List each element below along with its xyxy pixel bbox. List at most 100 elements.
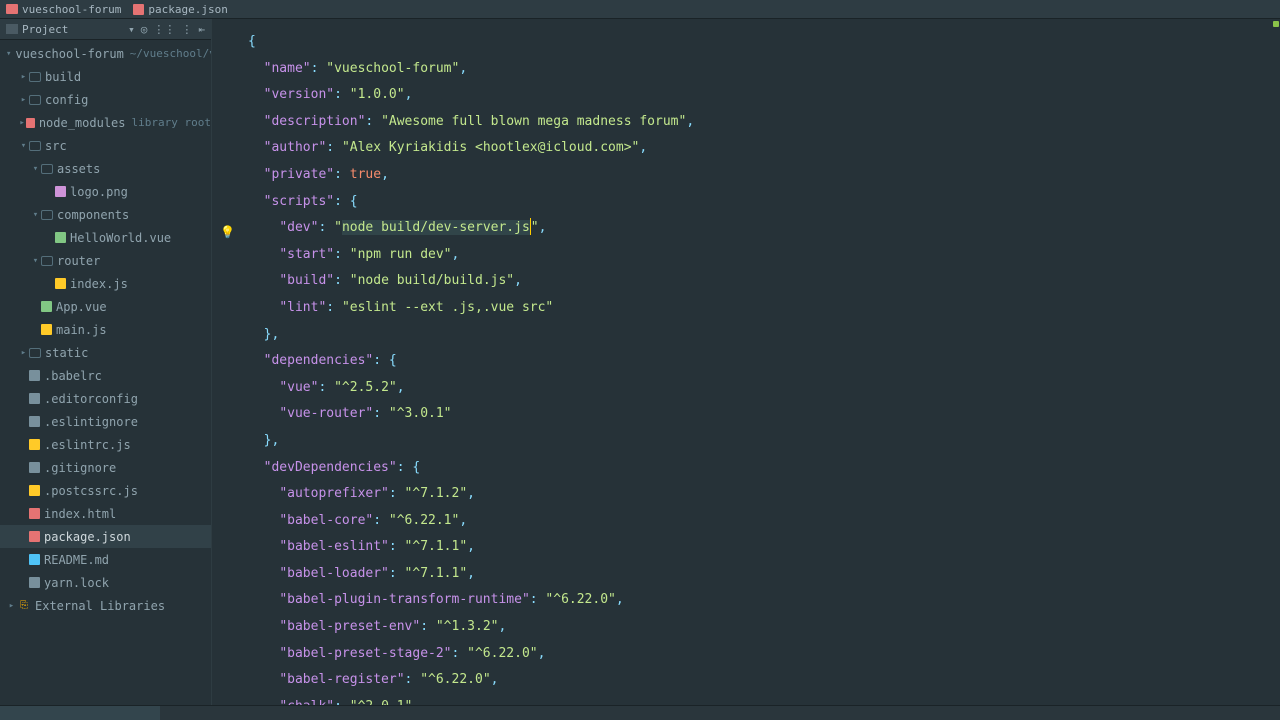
sidebar-title[interactable]: Project (22, 23, 124, 36)
chevron-down-icon[interactable]: ▾ (30, 256, 41, 266)
tree-item--editorconfig[interactable]: .editorconfig (0, 387, 211, 410)
project-tree[interactable]: ▾ vueschool-forum ~/vueschool/vues ▸ buil… (0, 40, 211, 705)
tree-item-router[interactable]: ▾router (0, 249, 211, 272)
tree-item-index-html[interactable]: index.html (0, 502, 211, 525)
tree-item--eslintignore[interactable]: .eslintignore (0, 410, 211, 433)
folder-red-icon (26, 118, 35, 128)
tree-item-app-vue[interactable]: App.vue (0, 295, 211, 318)
chevron-down-icon[interactable]: ▾ (6, 49, 11, 59)
js-icon (55, 278, 66, 289)
tree-item-components[interactable]: ▾ components (0, 203, 211, 226)
tree-item-helloworld-vue[interactable]: HelloWorld.vue (0, 226, 211, 249)
tree-item--postcssrc-js[interactable]: .postcssrc.js (0, 479, 211, 502)
tree-item-label: yarn.lock (44, 576, 109, 590)
code-line[interactable]: "autoprefixer": "^7.1.2", (248, 481, 1280, 508)
code-line[interactable]: "dependencies": { (248, 348, 1280, 375)
inspection-marker[interactable] (1273, 21, 1279, 27)
folder-icon (29, 141, 41, 151)
chevron-right-icon[interactable]: ▸ (18, 118, 26, 128)
code-line[interactable]: "version": "1.0.0", (248, 82, 1280, 109)
tree-item-config[interactable]: ▸ config (0, 88, 211, 111)
vue-icon (55, 232, 66, 243)
editor-marker-strip[interactable] (1270, 19, 1280, 705)
code-line[interactable]: "vue": "^2.5.2", (248, 375, 1280, 402)
status-bar (0, 705, 1280, 720)
dropdown-icon[interactable]: ▾ (128, 23, 135, 36)
code-line[interactable]: { (248, 29, 1280, 56)
code-line[interactable]: "babel-preset-stage-2": "^6.22.0", (248, 641, 1280, 668)
folder-icon (29, 72, 41, 82)
code-line[interactable]: "babel-plugin-transform-runtime": "^6.22… (248, 587, 1280, 614)
code-editor[interactable]: { "name": "vueschool-forum", "version": … (212, 19, 1280, 705)
chevron-right-icon[interactable]: ▸ (6, 601, 17, 611)
folder-icon (41, 210, 53, 220)
code-line[interactable]: "babel-loader": "^7.1.1", (248, 561, 1280, 588)
chevron-right-icon[interactable]: ▸ (18, 348, 29, 358)
tree-item-index-js[interactable]: index.js (0, 272, 211, 295)
tree-item-label: config (45, 93, 88, 107)
external-libs-label: External Libraries (35, 599, 165, 613)
code-line[interactable]: }, (248, 428, 1280, 455)
code-line[interactable]: "author": "Alex Kyriakidis <hootlex@iclo… (248, 135, 1280, 162)
chevron-right-icon[interactable]: ▸ (18, 95, 29, 105)
hide-icon[interactable]: ⇤ (198, 23, 205, 36)
tree-item-label: logo.png (70, 185, 128, 199)
chevron-right-icon[interactable]: ▸ (18, 72, 29, 82)
code-line[interactable]: "lint": "eslint --ext .js,.vue src" (248, 295, 1280, 322)
collapse-all-icon[interactable]: ⋮⋮ (153, 23, 175, 36)
code-line[interactable]: "babel-eslint": "^7.1.1", (248, 534, 1280, 561)
code-line[interactable]: "chalk": "^2.0.1", (248, 694, 1280, 705)
code-line[interactable]: "babel-core": "^6.22.1", (248, 508, 1280, 535)
tree-item-build[interactable]: ▸ build (0, 65, 211, 88)
open-file-tab[interactable]: package.json (148, 3, 227, 16)
target-icon[interactable]: ◎ (141, 23, 148, 36)
md-icon (29, 554, 40, 565)
tree-item-label: .babelrc (44, 369, 102, 383)
tree-item-label: package.json (44, 530, 131, 544)
tree-item-node-modules[interactable]: ▸node_moduleslibrary root (0, 111, 211, 134)
code-line[interactable]: "description": "Awesome full blown mega … (248, 109, 1280, 136)
tree-item-label: static (45, 346, 88, 360)
settings-icon[interactable]: ⋮ (181, 23, 192, 36)
tree-item-label: src (45, 139, 67, 153)
tree-item-assets[interactable]: ▾assets (0, 157, 211, 180)
code-line[interactable]: "vue-router": "^3.0.1" (248, 401, 1280, 428)
chevron-down-icon[interactable]: ▾ (30, 164, 41, 174)
tree-item--gitignore[interactable]: .gitignore (0, 456, 211, 479)
chevron-down-icon[interactable]: ▾ (30, 210, 41, 220)
tree-root[interactable]: ▾ vueschool-forum ~/vueschool/vues (0, 42, 211, 65)
code-line[interactable]: "build": "node build/build.js", (248, 268, 1280, 295)
vue-icon (41, 301, 52, 312)
tree-item-label: build (45, 70, 81, 84)
window-tab-bar: vueschool-forum package.json (0, 0, 1280, 19)
tree-item-label: App.vue (56, 300, 107, 314)
tree-item-readme-md[interactable]: README.md (0, 548, 211, 571)
code-line[interactable]: }, (248, 322, 1280, 349)
chevron-down-icon[interactable]: ▾ (18, 141, 29, 151)
tree-item-logo-png[interactable]: logo.png (0, 180, 211, 203)
code-line[interactable]: "babel-register": "^6.22.0", (248, 667, 1280, 694)
tree-item--babelrc[interactable]: .babelrc (0, 364, 211, 387)
tree-item-label: README.md (44, 553, 109, 567)
tree-item-static[interactable]: ▸ static (0, 341, 211, 364)
code-line[interactable]: 💡 "dev": "node build/dev-server.js", (248, 215, 1280, 242)
tree-root-label: vueschool-forum (15, 47, 123, 61)
tree-item-src[interactable]: ▾ src (0, 134, 211, 157)
code-line[interactable]: "name": "vueschool-forum", (248, 56, 1280, 83)
tree-item-package-json[interactable]: package.json (0, 525, 211, 548)
code-line[interactable]: "start": "npm run dev", (248, 242, 1280, 269)
lightbulb-icon[interactable]: 💡 (220, 219, 235, 246)
folder-icon (29, 95, 41, 105)
code-line[interactable]: "scripts": { (248, 189, 1280, 216)
external-libraries[interactable]: ▸ ⎘ External Libraries (0, 594, 211, 617)
folder-icon (41, 164, 53, 174)
tree-item--eslintrc-js[interactable]: .eslintrc.js (0, 433, 211, 456)
code-line[interactable]: "babel-preset-env": "^1.3.2", (248, 614, 1280, 641)
tree-item-label: .eslintignore (44, 415, 138, 429)
code-line[interactable]: "devDependencies": { (248, 455, 1280, 482)
code-line[interactable]: "private": true, (248, 162, 1280, 189)
tree-item-label: components (57, 208, 129, 222)
project-name[interactable]: vueschool-forum (22, 3, 121, 16)
tree-item-main-js[interactable]: main.js (0, 318, 211, 341)
tree-item-yarn-lock[interactable]: yarn.lock (0, 571, 211, 594)
